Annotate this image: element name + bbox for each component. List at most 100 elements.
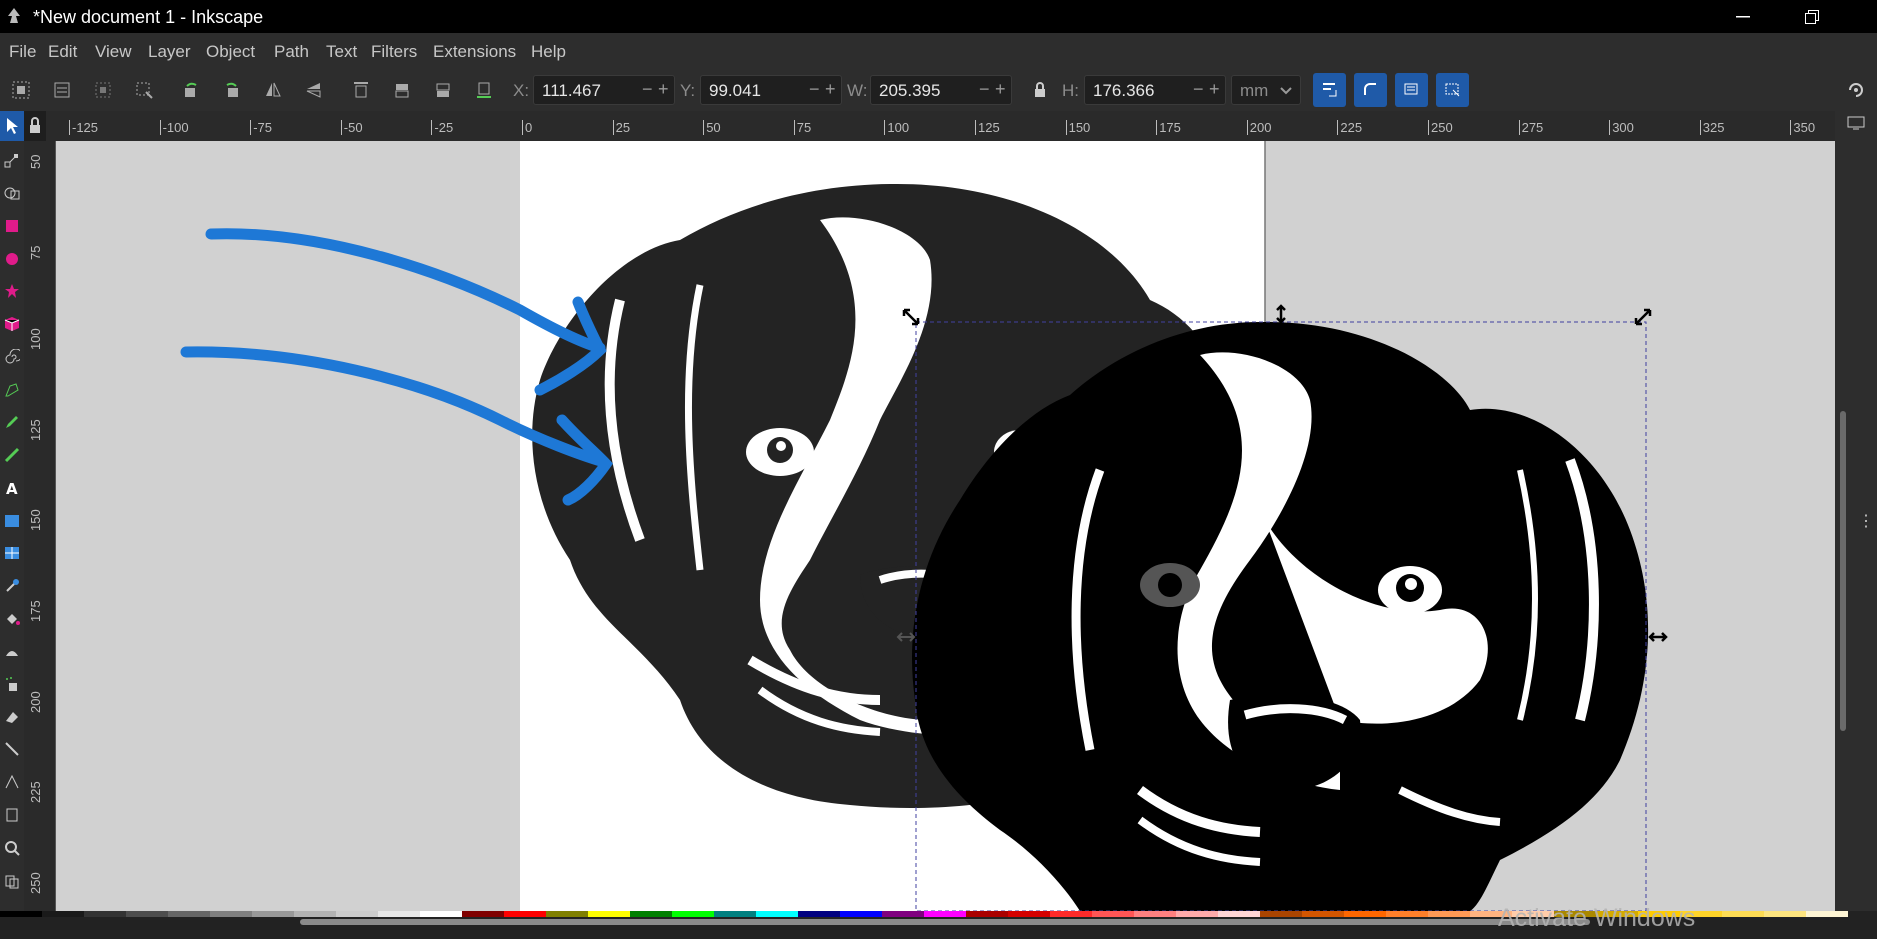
- palette-swatch[interactable]: [252, 911, 294, 917]
- menu-extensions[interactable]: Extensions: [433, 42, 516, 62]
- pen-tool-icon[interactable]: [4, 382, 20, 398]
- palette-swatch[interactable]: [1302, 911, 1344, 917]
- snap-controls-icon[interactable]: [1846, 80, 1866, 100]
- resize-handle-ne[interactable]: [1634, 308, 1652, 326]
- w-value[interactable]: 205.395: [879, 81, 940, 101]
- palette-swatch[interactable]: [630, 911, 672, 917]
- horizontal-scrollbar[interactable]: [300, 919, 1590, 925]
- vertical-ruler[interactable]: 50 75 100 125 150 175 200 225 250: [24, 141, 56, 911]
- x-field[interactable]: 111.467 − +: [533, 75, 675, 105]
- horizontal-ruler[interactable]: -125 -100 -75 -50 -25 0 25 50 75 100 125 150 175 200 2…: [46, 111, 1841, 142]
- palette-swatch[interactable]: [1008, 911, 1050, 917]
- menu-help[interactable]: Help: [531, 42, 566, 62]
- menu-layer[interactable]: Layer: [148, 42, 191, 62]
- guide-lock-icon[interactable]: [24, 111, 46, 141]
- spiral-tool-icon[interactable]: [4, 349, 20, 365]
- h-value[interactable]: 176.366: [1093, 81, 1154, 101]
- palette-swatch[interactable]: [84, 911, 126, 917]
- node-tool-icon[interactable]: [4, 153, 20, 169]
- select-all-icon[interactable]: [11, 80, 31, 100]
- flip-horizontal-icon[interactable]: [263, 80, 283, 100]
- y-decrement-button[interactable]: −: [809, 79, 820, 100]
- shape-builder-icon[interactable]: [4, 185, 20, 201]
- pages-tool-icon[interactable]: [4, 807, 20, 823]
- lpe-tool-icon[interactable]: [4, 774, 20, 790]
- minimize-button[interactable]: [1712, 0, 1774, 33]
- text-tool-icon[interactable]: A: [4, 480, 20, 496]
- menu-filters[interactable]: Filters: [371, 42, 417, 62]
- y-increment-button[interactable]: +: [825, 79, 836, 100]
- scale-stroke-button[interactable]: [1313, 73, 1346, 107]
- rotate-ccw-icon[interactable]: [181, 80, 201, 100]
- rectangle-tool-icon[interactable]: [4, 218, 20, 234]
- lower-icon[interactable]: [433, 80, 453, 100]
- connector-tool-icon[interactable]: [4, 741, 20, 757]
- palette-swatch[interactable]: [924, 911, 966, 917]
- palette-swatch[interactable]: [1344, 911, 1386, 917]
- mesh-tool-icon[interactable]: [4, 545, 20, 561]
- menu-text[interactable]: Text: [326, 42, 357, 62]
- menu-file[interactable]: File: [9, 42, 36, 62]
- palette-swatch[interactable]: [798, 911, 840, 917]
- palette-swatch[interactable]: [42, 911, 84, 917]
- palette-swatch[interactable]: [210, 911, 252, 917]
- menu-view[interactable]: View: [95, 42, 132, 62]
- menu-path[interactable]: Path: [274, 42, 309, 62]
- palette-swatch[interactable]: [672, 911, 714, 917]
- gradient-tool-icon[interactable]: [4, 513, 20, 529]
- menu-edit[interactable]: Edit: [48, 42, 77, 62]
- h-field[interactable]: 176.366 − +: [1084, 75, 1226, 105]
- palette-swatch[interactable]: [966, 911, 1008, 917]
- restore-button[interactable]: [1781, 0, 1843, 33]
- palette-swatch[interactable]: [714, 911, 756, 917]
- panel-menu-icon[interactable]: ⋮: [1858, 511, 1874, 531]
- spray-tool-icon[interactable]: [4, 676, 20, 692]
- palette-swatch[interactable]: [168, 911, 210, 917]
- measure-tool-icon[interactable]: [4, 873, 20, 889]
- palette-swatch[interactable]: [336, 911, 378, 917]
- lock-icon[interactable]: [1030, 80, 1050, 100]
- paint-bucket-tool-icon[interactable]: [4, 611, 20, 627]
- lower-to-bottom-icon[interactable]: [474, 80, 494, 100]
- flip-vertical-icon[interactable]: [304, 80, 324, 100]
- palette-swatch[interactable]: [1722, 911, 1764, 917]
- star-tool-icon[interactable]: [4, 283, 20, 299]
- scale-corners-button[interactable]: [1354, 73, 1387, 107]
- calligraphy-tool-icon[interactable]: [4, 447, 20, 463]
- w-field[interactable]: 205.395 − +: [870, 75, 1012, 105]
- palette-swatch[interactable]: [756, 911, 798, 917]
- palette-swatch[interactable]: [1218, 911, 1260, 917]
- palette-swatch[interactable]: [546, 911, 588, 917]
- raise-to-top-icon[interactable]: [351, 80, 371, 100]
- y-field[interactable]: 99.041 − +: [700, 75, 842, 105]
- touch-select-icon[interactable]: [134, 80, 154, 100]
- x-increment-button[interactable]: +: [658, 79, 669, 100]
- tweak-tool-icon[interactable]: [4, 644, 20, 660]
- palette-swatch[interactable]: [378, 911, 420, 917]
- vertical-scrollbar[interactable]: [1840, 411, 1846, 731]
- palette-swatch[interactable]: [126, 911, 168, 917]
- ellipse-tool-icon[interactable]: [4, 251, 20, 267]
- resize-handle-e[interactable]: [1648, 632, 1668, 642]
- w-increment-button[interactable]: +: [995, 79, 1006, 100]
- palette-swatch[interactable]: [462, 911, 504, 917]
- palette-swatch[interactable]: [420, 911, 462, 917]
- pencil-tool-icon[interactable]: [4, 414, 20, 430]
- h-increment-button[interactable]: +: [1209, 79, 1220, 100]
- palette-swatch[interactable]: [1176, 911, 1218, 917]
- zoom-tool-icon[interactable]: [4, 840, 20, 856]
- dropper-tool-icon[interactable]: [4, 578, 20, 594]
- palette-swatch[interactable]: [1092, 911, 1134, 917]
- move-gradients-button[interactable]: [1395, 73, 1428, 107]
- h-decrement-button[interactable]: −: [1193, 79, 1204, 100]
- palette-swatch[interactable]: [1134, 911, 1176, 917]
- deselect-icon[interactable]: [93, 80, 113, 100]
- 3d-box-tool-icon[interactable]: [4, 316, 20, 332]
- palette-swatch[interactable]: [840, 911, 882, 917]
- drawing-canvas[interactable]: [56, 141, 1835, 911]
- palette-swatch[interactable]: [294, 911, 336, 917]
- display-mode-icon[interactable]: [1847, 116, 1865, 130]
- x-decrement-button[interactable]: −: [642, 79, 653, 100]
- palette-swatch[interactable]: [1806, 911, 1848, 917]
- move-patterns-button[interactable]: [1436, 73, 1469, 107]
